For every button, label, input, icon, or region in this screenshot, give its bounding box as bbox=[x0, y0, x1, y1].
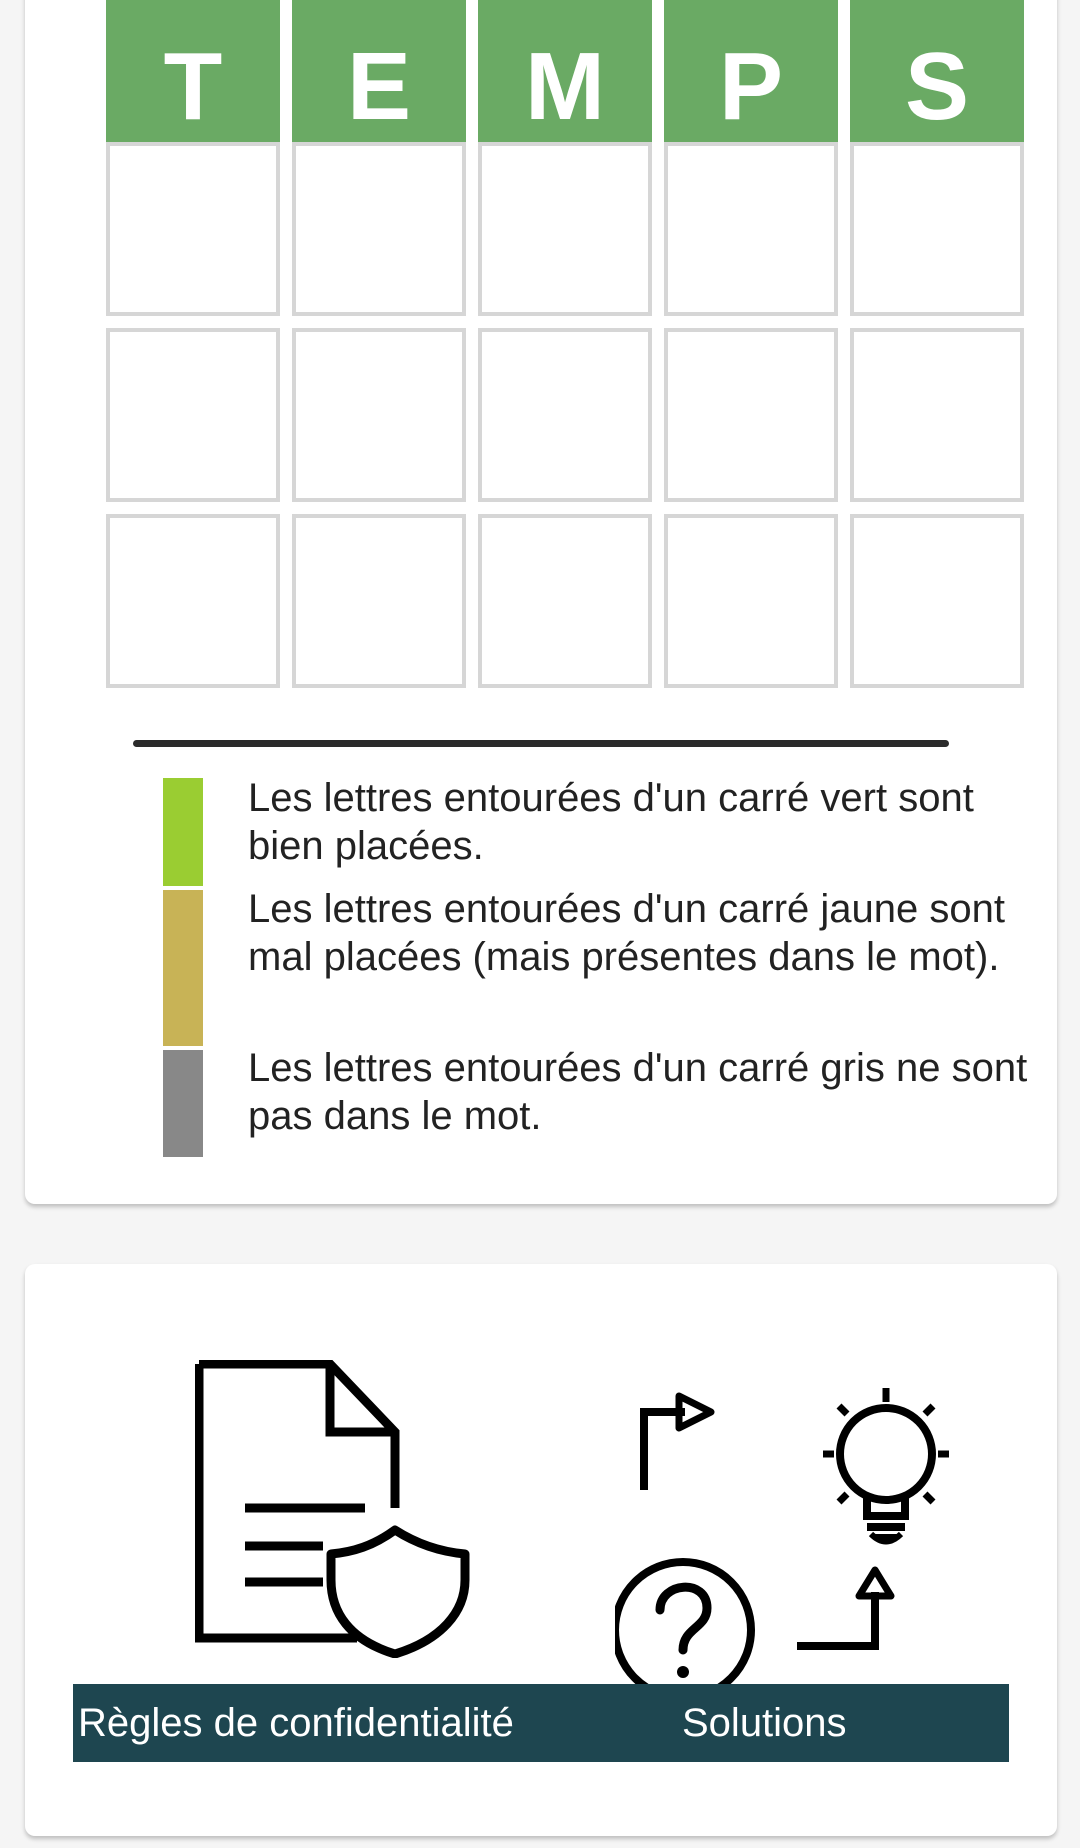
legend-swatch-green bbox=[163, 778, 203, 886]
grid-cell-empty bbox=[664, 142, 838, 316]
legend-text-gray: Les lettres entourées d'un carré gris ne… bbox=[248, 1046, 1028, 1138]
game-card: T E M P S Les lettres entourées d'un car… bbox=[25, 0, 1057, 1204]
section-divider bbox=[133, 740, 949, 747]
legend-swatch-yellow bbox=[163, 890, 203, 1046]
grid-cell-empty bbox=[292, 142, 466, 316]
privacy-policy-link[interactable]: Règles de confidentialité bbox=[78, 1684, 514, 1762]
solutions-lightbulb-question-icon[interactable] bbox=[615, 1344, 975, 1684]
grid-cell-empty bbox=[292, 328, 466, 502]
grid-cell-empty bbox=[850, 142, 1024, 316]
grid-cell-empty bbox=[292, 514, 466, 688]
solutions-link[interactable]: Solutions bbox=[682, 1684, 847, 1762]
footer-link-bar: Règles de confidentialité Solutions bbox=[73, 1684, 1009, 1762]
grid-cell-empty bbox=[478, 328, 652, 502]
grid-cell-empty bbox=[664, 328, 838, 502]
legend-text-green: Les lettres entourées d'un carré vert so… bbox=[248, 776, 974, 868]
grid-cell-empty bbox=[664, 514, 838, 688]
grid-cell-empty bbox=[478, 514, 652, 688]
grid-cell-empty bbox=[850, 514, 1024, 688]
grid-cell-empty bbox=[106, 142, 280, 316]
grid-cell-empty bbox=[478, 142, 652, 316]
legend-swatch-gray bbox=[163, 1050, 203, 1157]
legend-text-yellow: Les lettres entourées d'un carré jaune s… bbox=[248, 887, 1005, 979]
document-shield-icon[interactable] bbox=[195, 1360, 485, 1658]
grid-cell-empty bbox=[850, 328, 1024, 502]
grid-cell-empty bbox=[106, 514, 280, 688]
links-card: Règles de confidentialité Solutions bbox=[25, 1264, 1057, 1836]
grid-cell-empty bbox=[106, 328, 280, 502]
